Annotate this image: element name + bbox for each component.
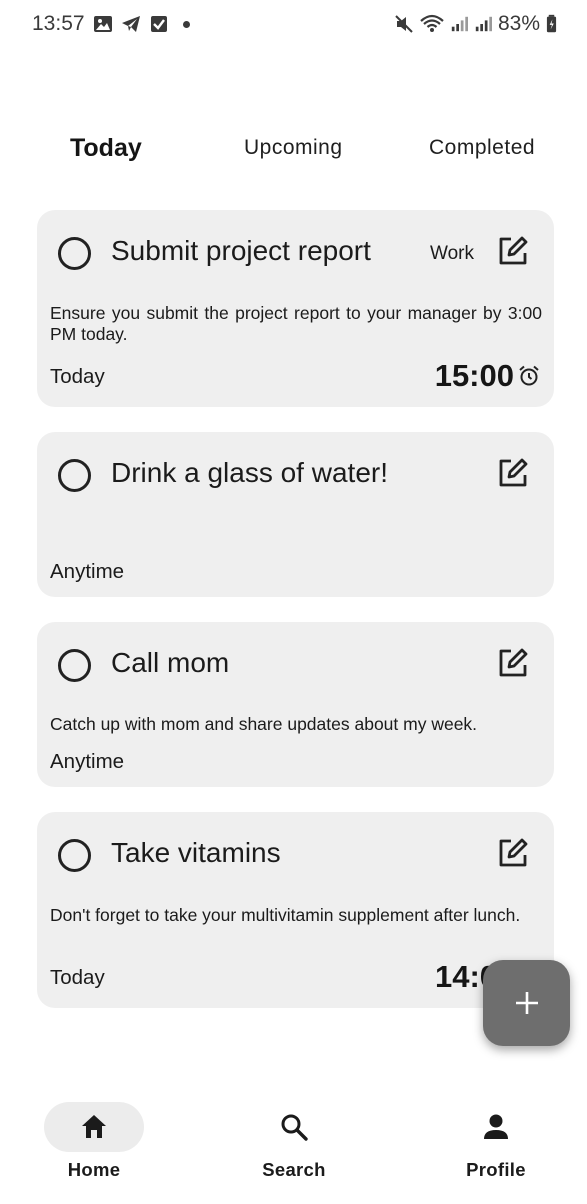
alarm-icon <box>519 365 539 386</box>
signal-icon <box>451 16 468 32</box>
tab-today[interactable]: Today <box>70 128 142 168</box>
edit-icon[interactable] <box>496 646 530 680</box>
task-card[interactable]: Submit project report Work Ensure you su… <box>37 210 554 407</box>
nav-search[interactable]: Search <box>239 1102 349 1192</box>
task-when: Today <box>50 966 105 989</box>
edit-icon[interactable] <box>496 836 530 870</box>
battery-icon <box>546 14 557 33</box>
task-card[interactable]: Call mom Catch up with mom and share upd… <box>37 622 554 787</box>
edit-icon[interactable] <box>496 456 530 490</box>
nav-profile[interactable]: Profile <box>441 1102 551 1192</box>
wifi-icon <box>420 14 444 32</box>
task-when: Anytime <box>50 560 125 583</box>
task-time: 15:00 <box>434 358 514 393</box>
search-icon <box>281 1114 308 1141</box>
task-description: Ensure you submit the project report to … <box>50 303 542 344</box>
checkbox-icon <box>150 16 167 32</box>
task-title: Take vitamins <box>111 837 281 868</box>
battery-percent: 83% <box>497 12 540 35</box>
task-card[interactable]: Drink a glass of water! Anytime <box>37 432 554 597</box>
nav-home-indicator <box>44 1102 144 1152</box>
task-title: Submit project report <box>111 235 371 266</box>
nav-home[interactable]: Home <box>39 1102 149 1192</box>
task-description: Catch up with mom and share updates abou… <box>50 714 478 734</box>
task-description: Don't forget to take your multivitamin s… <box>50 905 521 925</box>
complete-checkbox[interactable] <box>58 237 91 270</box>
nav-home-label: Home <box>67 1159 121 1180</box>
task-when: Anytime <box>50 750 125 773</box>
home-icon <box>82 1115 106 1138</box>
tab-upcoming[interactable]: Upcoming <box>244 128 343 168</box>
bottom-navigation: Home Search Profile <box>0 1090 587 1204</box>
edit-icon[interactable] <box>496 234 530 268</box>
status-left: 13:57 <box>32 12 190 36</box>
status-time: 13:57 <box>32 12 85 35</box>
signal-icon <box>475 16 492 32</box>
task-category: Work <box>430 243 474 264</box>
task-when: Today <box>50 365 105 388</box>
dot-icon <box>182 20 190 28</box>
task-card[interactable]: Take vitamins Don't forget to take your … <box>37 812 554 1008</box>
gallery-icon <box>93 16 112 32</box>
nav-profile-label: Profile <box>466 1159 526 1180</box>
nav-search-indicator <box>244 1102 344 1152</box>
mute-icon <box>395 15 413 33</box>
complete-checkbox[interactable] <box>58 459 91 492</box>
complete-checkbox[interactable] <box>58 649 91 682</box>
tab-bar: Today Upcoming Completed <box>0 128 587 168</box>
telegram-icon <box>121 16 140 32</box>
task-title: Call mom <box>111 647 230 678</box>
nav-profile-indicator <box>446 1102 546 1152</box>
status-right: 83% <box>394 12 557 36</box>
tab-completed[interactable]: Completed <box>429 128 535 168</box>
person-icon <box>484 1114 508 1139</box>
task-title: Drink a glass of water! <box>111 457 388 488</box>
nav-search-label: Search <box>262 1159 326 1180</box>
status-bar: 13:57 83% <box>0 0 587 48</box>
complete-checkbox[interactable] <box>58 839 91 872</box>
add-task-button[interactable] <box>483 960 570 1046</box>
plus-icon <box>515 992 538 1014</box>
